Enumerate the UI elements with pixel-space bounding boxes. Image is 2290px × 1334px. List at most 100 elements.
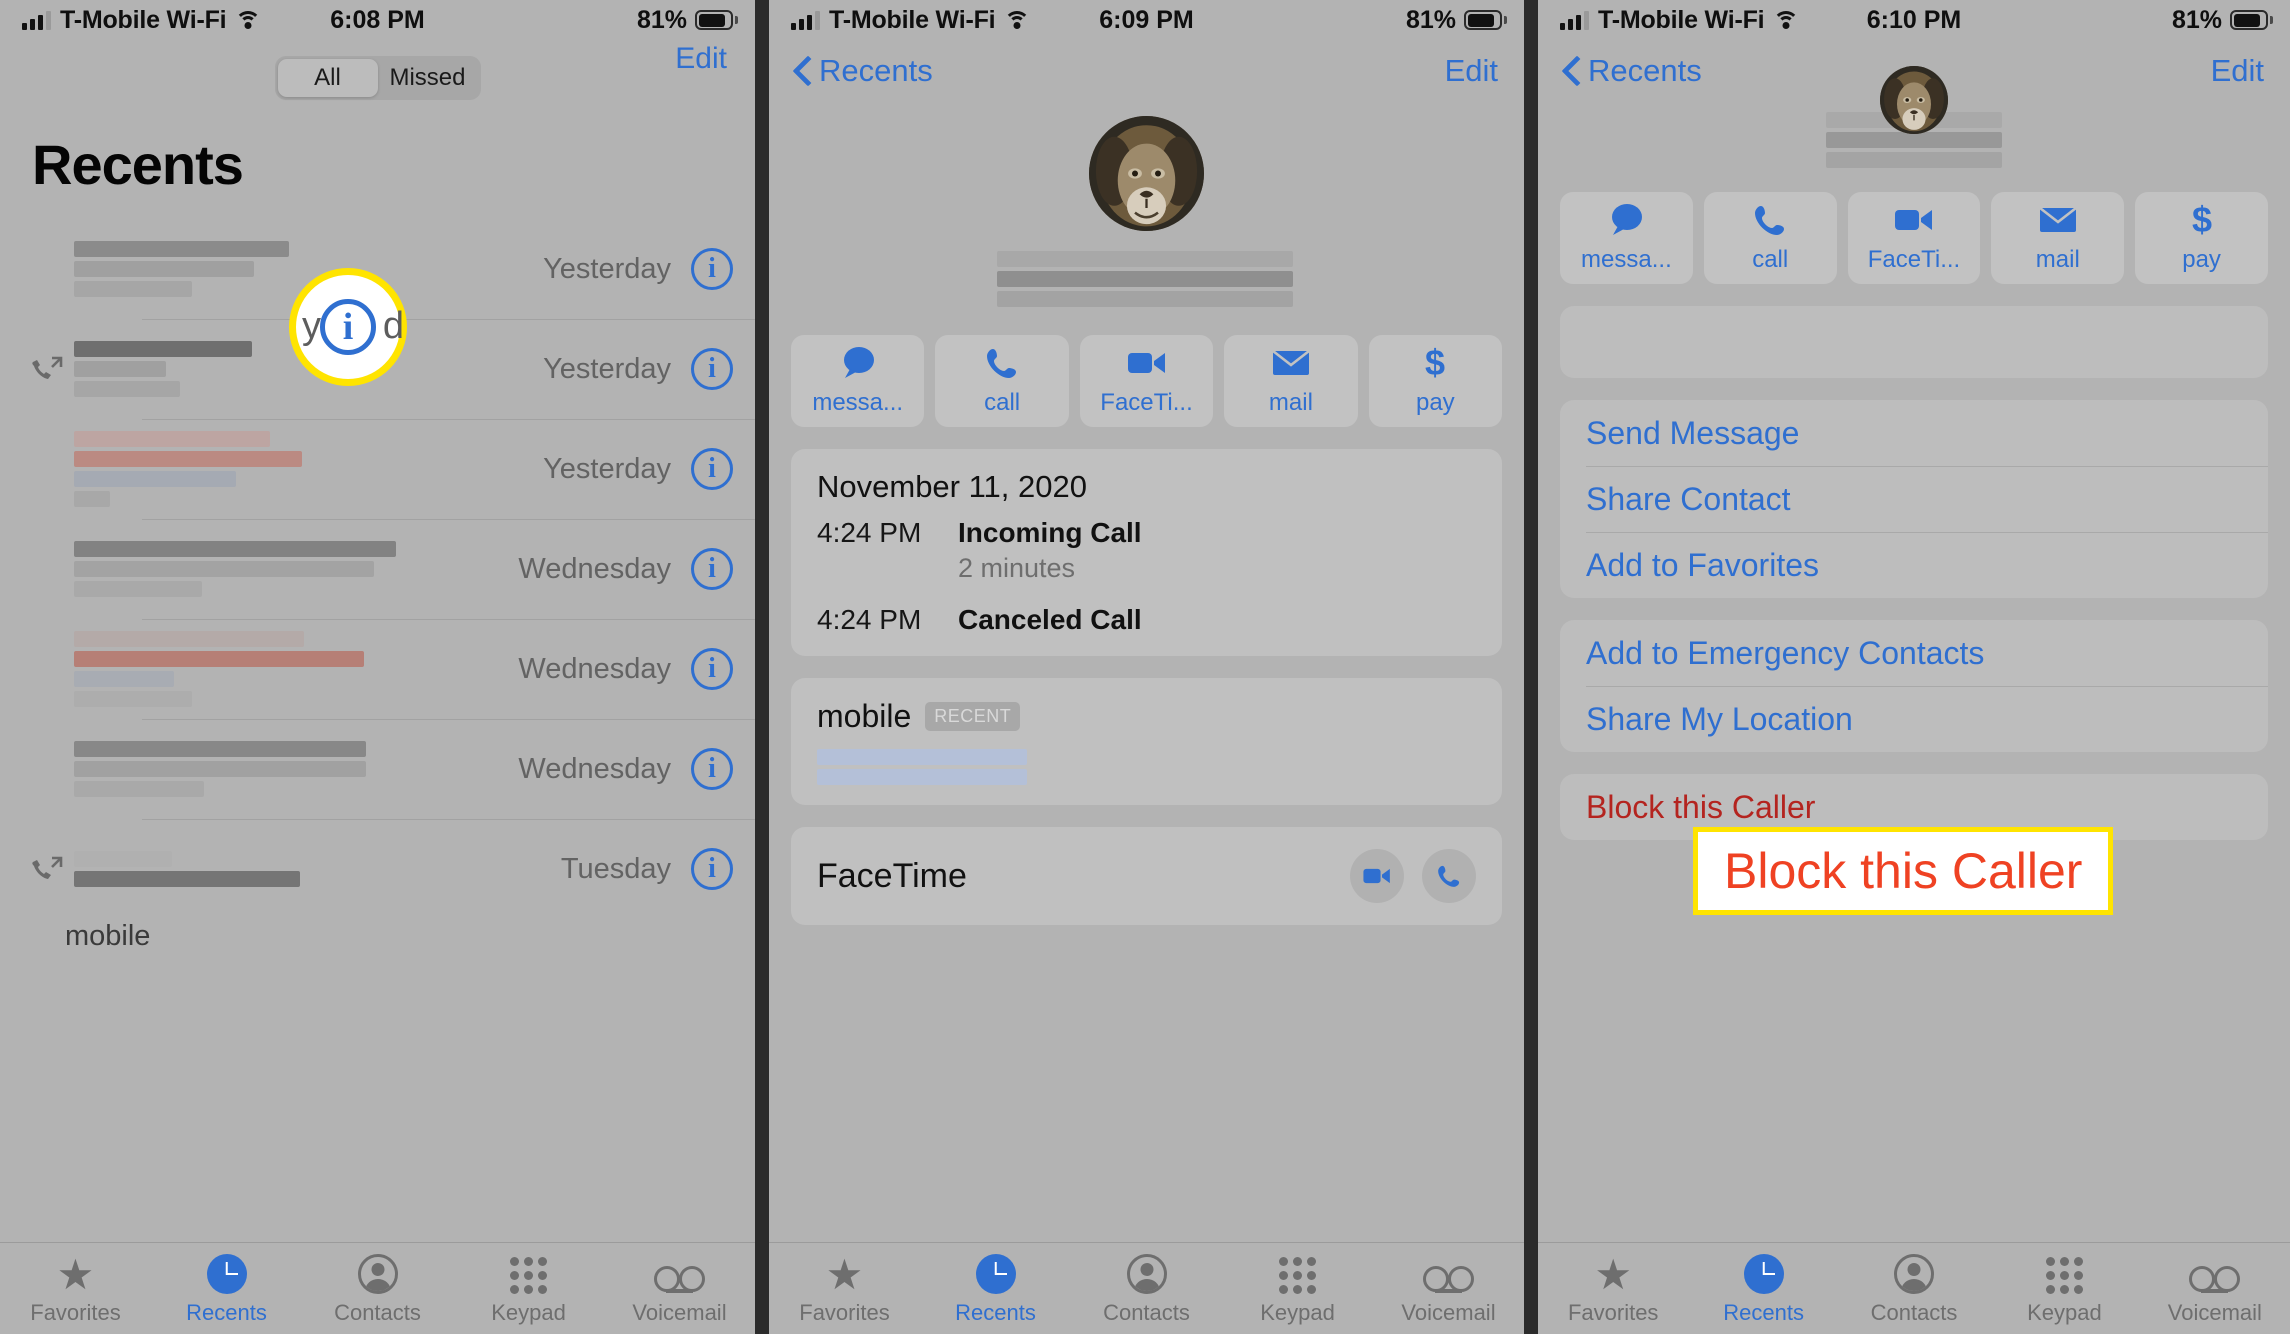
menu-item-add-to-emergency-contacts[interactable]: Add to Emergency Contacts — [1560, 620, 2268, 686]
magnified-ghost-text-right: d — [382, 305, 404, 347]
call-log-duration: 2 minutes — [958, 553, 1076, 583]
tab-recents[interactable]: Recents — [1688, 1252, 1838, 1326]
battery-icon — [2230, 10, 2273, 30]
chevron-left-icon — [795, 57, 811, 85]
table-row[interactable]: Yesterday i — [0, 419, 755, 519]
envelope-icon — [1271, 345, 1311, 381]
menu-item-send-message[interactable]: Send Message — [1560, 400, 2268, 466]
segment-missed[interactable]: Missed — [378, 59, 478, 97]
info-icon[interactable]: i — [691, 648, 733, 690]
call-time: Yesterday — [543, 452, 671, 485]
info-icon[interactable]: i — [320, 299, 376, 355]
video-camera-icon[interactable] — [1350, 849, 1404, 903]
avatar[interactable] — [1880, 66, 1948, 134]
tab-contacts[interactable]: Contacts — [1839, 1252, 1989, 1326]
action-call[interactable]: call — [1703, 192, 1837, 284]
action-mail[interactable]: mail — [1991, 192, 2125, 284]
status-bar-3: T-Mobile Wi-Fi 6:10 PM 81% — [1538, 0, 2290, 40]
info-icon[interactable]: i — [691, 548, 733, 590]
status-bar-1: T-Mobile Wi-Fi 6:08 PM 81% — [0, 0, 755, 40]
facetime-row: FaceTime — [817, 849, 1476, 903]
action-pay[interactable]: $ pay — [1368, 335, 1503, 427]
back-button[interactable]: Recents — [795, 53, 933, 89]
info-icon[interactable]: i — [691, 748, 733, 790]
panel-contact-detail: T-Mobile Wi-Fi 6:09 PM 81% Recents Edit — [769, 0, 1524, 1334]
tab-recents[interactable]: Recents — [151, 1252, 302, 1326]
call-time: Yesterday — [543, 252, 671, 285]
menu-item-share-contact[interactable]: Share Contact — [1560, 466, 2268, 532]
clock-label: 6:09 PM — [1099, 5, 1194, 34]
table-row[interactable]: Wednesday i — [0, 719, 755, 819]
tab-keypad[interactable]: Keypad — [1222, 1252, 1373, 1326]
tab-contacts[interactable]: Contacts — [1071, 1252, 1222, 1326]
tab-keypad[interactable]: Keypad — [1989, 1252, 2139, 1326]
redacted-name — [74, 431, 543, 507]
tab-label: Recents — [955, 1299, 1036, 1325]
tab-favorites[interactable]: ★ Favorites — [1538, 1252, 1688, 1326]
call-log-entry: 4:24 PM Canceled Call — [817, 604, 1476, 636]
avatar[interactable] — [1089, 116, 1204, 231]
edit-button[interactable]: Edit — [675, 42, 727, 76]
redacted-name — [74, 741, 518, 797]
action-call[interactable]: call — [935, 335, 1069, 427]
back-label: Recents — [819, 53, 933, 88]
table-row[interactable]: Wednesday i — [0, 519, 755, 619]
star-icon: ★ — [56, 1250, 95, 1298]
action-label: call — [984, 389, 1021, 416]
menu-item-add-to-favorites[interactable]: Add to Favorites — [1560, 532, 2268, 598]
battery-icon — [695, 10, 738, 30]
call-log-kind: Canceled Call — [958, 604, 1142, 635]
tab-label: Keypad — [491, 1299, 566, 1325]
wifi-icon — [1004, 10, 1031, 30]
info-icon[interactable]: i — [691, 248, 733, 290]
tab-favorites[interactable]: ★ Favorites — [0, 1252, 151, 1326]
tab-label: Favorites — [799, 1299, 890, 1325]
tab-label: Keypad — [1260, 1299, 1335, 1325]
keypad-icon — [2045, 1252, 2083, 1294]
placeholder-card — [1560, 306, 2268, 378]
star-icon: ★ — [1594, 1250, 1633, 1298]
tab-keypad[interactable]: Keypad — [453, 1252, 604, 1326]
table-row[interactable]: Tuesday i mobile — [0, 819, 755, 952]
action-facetime[interactable]: FaceTi... — [1079, 335, 1214, 427]
action-label: FaceTi... — [1100, 389, 1193, 416]
carrier-label: T-Mobile Wi-Fi — [1598, 5, 1765, 34]
tab-voicemail[interactable]: Voicemail — [604, 1252, 755, 1326]
voicemail-icon — [654, 1252, 705, 1294]
panel-recents-list: T-Mobile Wi-Fi 6:08 PM 81% All Missed Ed… — [0, 0, 755, 1334]
panel-divider — [1524, 0, 1538, 1334]
status-left-2: T-Mobile Wi-Fi — [791, 6, 1031, 35]
edit-button[interactable]: Edit — [2211, 53, 2264, 89]
contact-icon — [1894, 1252, 1935, 1294]
tab-label: Recents — [1723, 1299, 1804, 1325]
phone-number-card[interactable]: mobile RECENT — [791, 678, 1502, 805]
info-icon[interactable]: i — [691, 348, 733, 390]
tab-voicemail[interactable]: Voicemail — [1373, 1252, 1524, 1326]
tab-voicemail[interactable]: Voicemail — [2140, 1252, 2290, 1326]
keypad-icon — [510, 1252, 547, 1294]
tab-recents[interactable]: Recents — [920, 1252, 1071, 1326]
info-icon[interactable]: i — [691, 848, 733, 890]
status-bar-2: T-Mobile Wi-Fi 6:09 PM 81% — [769, 0, 1524, 40]
action-message[interactable]: messa... — [1560, 192, 1693, 284]
segmented-control: All Missed — [0, 56, 755, 100]
tab-label: Voicemail — [632, 1299, 727, 1325]
info-icon[interactable]: i — [691, 448, 733, 490]
table-row[interactable]: Wednesday i — [0, 619, 755, 719]
signal-bars-icon — [1560, 10, 1589, 30]
action-facetime[interactable]: FaceTi... — [1847, 192, 1981, 284]
contact-icon — [357, 1252, 398, 1294]
action-message[interactable]: messa... — [791, 335, 925, 427]
tab-contacts[interactable]: Contacts — [302, 1252, 453, 1326]
tab-bar-2: ★ Favorites Recents Contacts Keypad Voic… — [769, 1242, 1524, 1334]
menu-item-share-my-location[interactable]: Share My Location — [1560, 686, 2268, 752]
action-label: FaceTi... — [1867, 246, 1961, 273]
back-button[interactable]: Recents — [1564, 53, 1702, 89]
phone-icon[interactable] — [1422, 849, 1476, 903]
edit-button[interactable]: Edit — [1445, 53, 1498, 89]
tab-favorites[interactable]: ★ Favorites — [769, 1252, 920, 1326]
action-pay[interactable]: $ pay — [2135, 192, 2268, 284]
segment-all[interactable]: All — [277, 59, 378, 97]
facetime-card: FaceTime — [791, 827, 1502, 925]
action-mail[interactable]: mail — [1224, 335, 1358, 427]
